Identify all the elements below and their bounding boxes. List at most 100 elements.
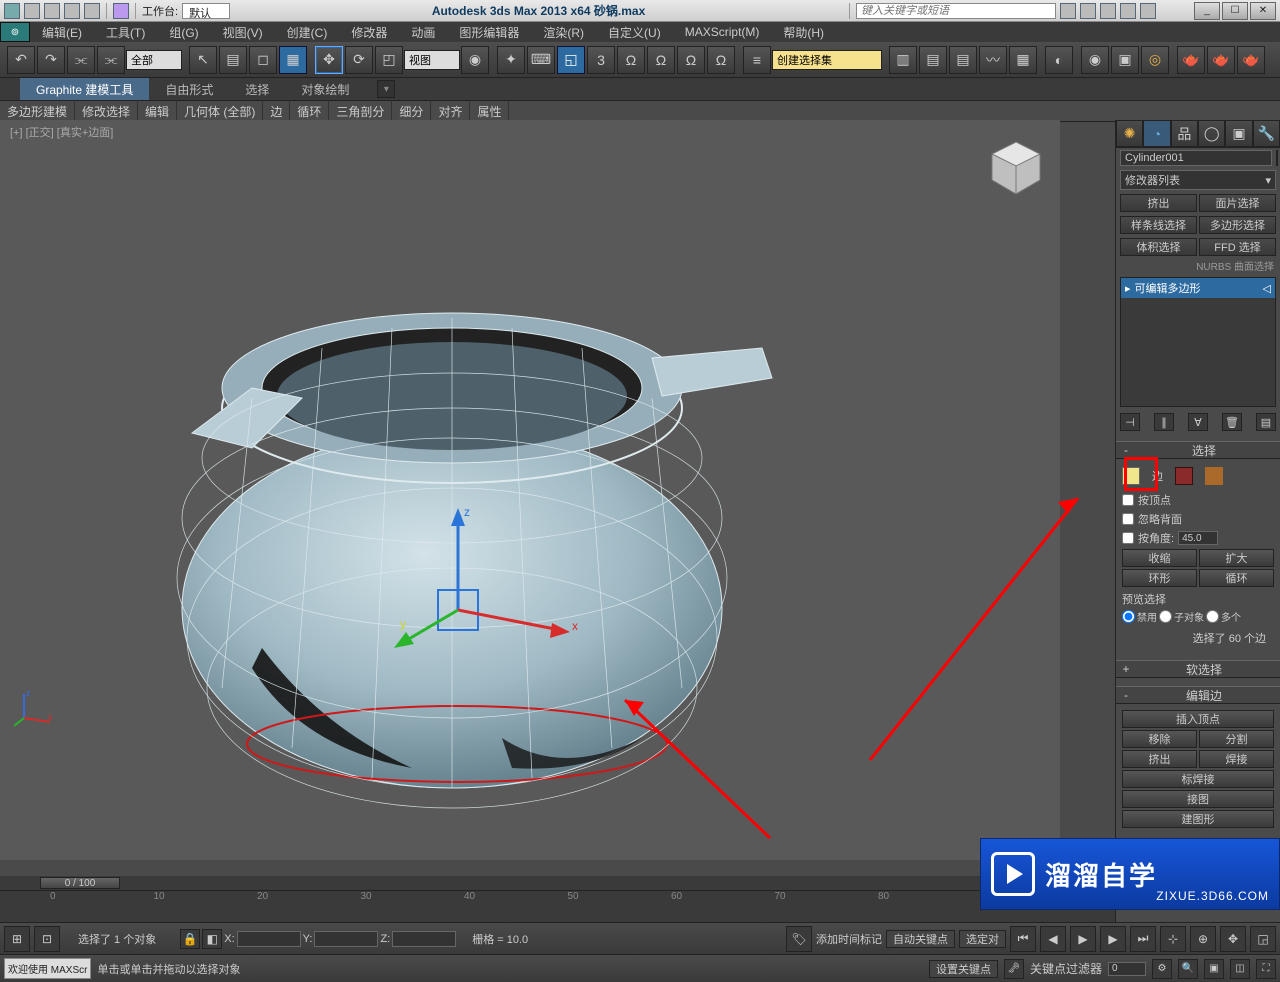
ribbon-panel-geometry[interactable]: 几何体 (全部) [177, 100, 263, 122]
lock-selection-button[interactable]: 🔒 [180, 929, 200, 949]
app-menu-button[interactable]: ⊚ [0, 22, 30, 42]
object-color-swatch[interactable] [1276, 150, 1278, 166]
extrude-button[interactable]: 挤出 [1122, 750, 1197, 768]
minimize-button[interactable]: _ [1194, 2, 1220, 20]
schematic-button[interactable]: ▦ [1009, 46, 1037, 74]
ribbon-panel-subdiv[interactable]: 细分 [392, 100, 431, 122]
preview-disable-radio[interactable] [1122, 610, 1135, 623]
ring-button[interactable]: 环形 [1122, 569, 1197, 587]
qat-redo-icon[interactable] [84, 3, 100, 19]
track-bar[interactable]: 0 10 20 30 40 50 60 70 80 90 100 [0, 890, 1115, 922]
preset-facesel[interactable]: 面片选择 [1199, 194, 1276, 212]
keyfilter-label[interactable]: 关键点过滤器 [1030, 960, 1102, 977]
rollup-head-editedge[interactable]: -编辑边 [1116, 686, 1280, 704]
named-sel-input[interactable] [772, 50, 882, 70]
timeconfig-label[interactable]: 添加时间标记 [816, 931, 882, 947]
menu-create[interactable]: 创建(C) [275, 24, 340, 41]
qat-open-icon[interactable] [24, 3, 40, 19]
modify-tab[interactable]: ◔ [1143, 120, 1170, 147]
menu-customize[interactable]: 自定义(U) [596, 24, 673, 41]
menu-views[interactable]: 视图(V) [211, 24, 275, 41]
menu-group[interactable]: 组(G) [157, 24, 210, 41]
motion-tab[interactable]: ◯ [1198, 120, 1225, 147]
percent-snap-button[interactable]: Ω [617, 46, 645, 74]
bridge-button[interactable]: 接图 [1122, 790, 1274, 808]
play-end-button[interactable]: ⏭ [1130, 926, 1156, 952]
rollup-head-softsel[interactable]: +软选择 [1116, 660, 1280, 678]
viewport[interactable]: [+] [正交] [真实+边面] [0, 120, 1060, 860]
time-slider-thumb[interactable]: 0 / 100 [40, 877, 120, 889]
viewport-canvas[interactable]: z x y z x [2, 138, 1058, 858]
expand-icon[interactable]: ▸ [1125, 282, 1131, 295]
qat-project-icon[interactable] [113, 3, 129, 19]
preset-splinesel[interactable]: 样条线选择 [1120, 216, 1197, 234]
by-vertex-checkbox[interactable] [1122, 494, 1134, 506]
create-tab[interactable]: ✺ [1116, 120, 1143, 147]
maximize-button[interactable]: ☐ [1222, 2, 1248, 20]
teapot2-icon[interactable]: 🫖 [1207, 46, 1235, 74]
render-prod-button[interactable]: ◎ [1141, 46, 1169, 74]
by-angle-checkbox[interactable] [1122, 532, 1134, 544]
viewport-nav-2[interactable]: ⊕ [1190, 926, 1216, 952]
status-icon-1[interactable]: ⊞ [4, 926, 30, 952]
ribbon-panel-polymodel[interactable]: 多边形建模 [0, 100, 75, 122]
render-frame-button[interactable]: ▣ [1111, 46, 1139, 74]
display-tab[interactable]: ▣ [1225, 120, 1252, 147]
split-button[interactable]: 分割 [1199, 730, 1274, 748]
ribbon-panel-props[interactable]: 属性 [470, 100, 509, 122]
nav-max-button[interactable]: ⛶ [1256, 959, 1276, 979]
ribbon-panel-tri[interactable]: 三角剖分 [329, 100, 392, 122]
close-button[interactable]: ✕ [1250, 2, 1276, 20]
weld-button[interactable]: 焊接 [1199, 750, 1274, 768]
key-button[interactable]: 🗝 [1004, 959, 1024, 979]
select-region-button[interactable]: ◻ [249, 46, 277, 74]
hierarchy-tab[interactable]: 品 [1171, 120, 1198, 147]
menu-animation[interactable]: 动画 [399, 24, 447, 41]
redo-button[interactable]: ↷ [37, 46, 65, 74]
undo-button[interactable]: ↶ [7, 46, 35, 74]
menu-help[interactable]: 帮助(H) [771, 24, 836, 41]
align-button[interactable]: ▤ [919, 46, 947, 74]
unlink-button[interactable]: ⫘ [97, 46, 125, 74]
show-end-button[interactable]: ∥ [1154, 413, 1174, 431]
selfilter-button[interactable]: 选定对 [959, 930, 1006, 948]
ribbon-panel-edit[interactable]: 编辑 [138, 100, 177, 122]
ribbon-minimize-button[interactable]: ▾ [377, 80, 395, 98]
config-button[interactable]: ▤ [1256, 413, 1276, 431]
infocenter-icon[interactable] [1060, 3, 1076, 19]
exchange-icon[interactable] [1100, 3, 1116, 19]
move-button[interactable]: ✥ [315, 46, 343, 74]
qat-undo-icon[interactable] [64, 3, 80, 19]
chamfer-button[interactable]: 建图形 [1122, 810, 1274, 828]
mirror-button[interactable]: ▥ [889, 46, 917, 74]
menu-rendering[interactable]: 渲染(R) [531, 24, 596, 41]
selection-filter[interactable] [126, 50, 182, 70]
qat-new-icon[interactable] [4, 3, 20, 19]
unique-button[interactable]: ∀ [1188, 413, 1208, 431]
signin-icon[interactable] [1080, 3, 1096, 19]
play-button[interactable]: ▶ [1070, 926, 1096, 952]
modifier-stack[interactable]: ▸ 可编辑多边形 ◁ [1120, 277, 1276, 407]
preset-volsel[interactable]: 体积选择 [1120, 238, 1197, 256]
ref-coord-select[interactable] [404, 50, 460, 70]
select-name-button[interactable]: ▤ [219, 46, 247, 74]
ribbon-tab-objectpaint[interactable]: 对象绘制 [285, 78, 365, 100]
x-input[interactable] [237, 931, 301, 947]
menu-grapheditors[interactable]: 图形编辑器 [447, 24, 531, 41]
rotate-button[interactable]: ⟳ [345, 46, 373, 74]
object-name-input[interactable] [1120, 150, 1272, 166]
viewcube[interactable] [986, 138, 1046, 198]
teapot3-icon[interactable]: 🫖 [1237, 46, 1265, 74]
preset-polysel[interactable]: 多边形选择 [1199, 216, 1276, 234]
preset-extrude[interactable]: 挤出 [1120, 194, 1197, 212]
curve-editor-button[interactable]: 〰 [979, 46, 1007, 74]
ribbon-panel-modifysel[interactable]: 修改选择 [75, 100, 138, 122]
viewport-nav-3[interactable]: ✥ [1220, 926, 1246, 952]
snap-toggle[interactable]: ◱ [557, 46, 585, 74]
grow-button[interactable]: 扩大 [1199, 549, 1274, 567]
autokey-button[interactable]: 自动关键点 [886, 930, 955, 948]
loop-button[interactable]: 循环 [1199, 569, 1274, 587]
remove-button[interactable]: 移除 [1122, 730, 1197, 748]
poly-mode-icon[interactable] [1175, 467, 1193, 485]
help-search-input[interactable] [856, 3, 1056, 19]
